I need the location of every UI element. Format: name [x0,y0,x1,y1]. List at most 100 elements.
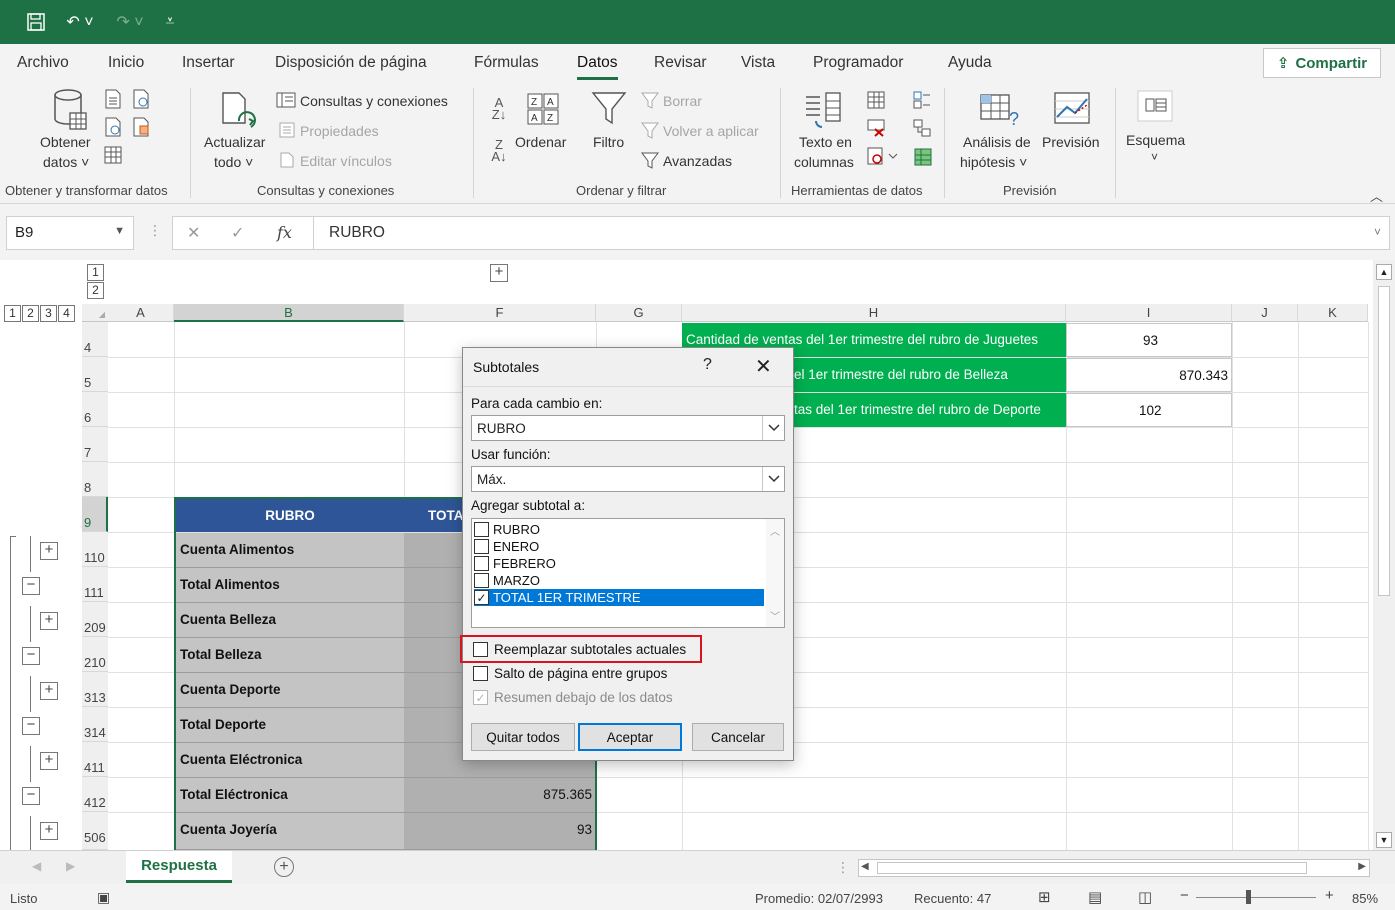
enter-icon[interactable]: ✓ [231,223,244,243]
collapse-group-icon[interactable]: − [22,647,40,665]
row-header-412[interactable]: 412 [82,777,108,812]
row-header-7[interactable]: 7 [82,427,108,462]
refresh-label-1[interactable]: Actualizar [204,134,265,150]
row-header-506[interactable]: 506 [82,812,108,850]
ok-button[interactable]: Aceptar [578,723,682,751]
column-header-f[interactable]: F [404,304,596,322]
reapply-button[interactable]: Volver a aplicar [663,123,759,139]
horizontal-scrollbar[interactable]: ◀ ▶ [858,859,1370,877]
row-outline-level-1[interactable]: 1 [4,305,21,322]
table-header-rubro[interactable]: RUBRO [176,499,404,532]
forecast-sheet-icon[interactable] [1052,90,1092,126]
scroll-down-icon[interactable]: ▼ [1376,832,1392,848]
get-data-label-2[interactable]: datos ˅ [43,154,89,170]
expand-group-icon[interactable]: + [40,542,58,560]
list-item[interactable]: FEBRERO [474,555,764,572]
page-break-view-icon[interactable]: ◫ [1138,888,1152,906]
tab-datos[interactable]: Datos [577,54,618,80]
table-cell-b[interactable]: Cuenta Belleza [176,603,404,638]
tab-revisar[interactable]: Revisar [654,54,707,72]
text-to-columns-icon[interactable] [804,90,844,132]
text-to-columns-label-1[interactable]: Texto en [799,134,852,150]
zoom-in-icon[interactable]: + [1325,887,1334,904]
sheet-tab-respuesta[interactable]: Respuesta [126,851,232,883]
select-all-button[interactable]: ◢ [82,304,108,322]
expand-group-icon[interactable]: + [40,822,58,840]
column-header-k[interactable]: K [1298,304,1368,322]
consolidate-icon[interactable] [912,90,932,110]
chevron-down-icon[interactable]: ▼ [114,225,125,237]
queries-connections-button[interactable]: Consultas y conexiones [300,93,448,109]
relationships-icon[interactable] [912,118,932,138]
table-cell-b[interactable]: Cuenta Deporte [176,673,404,708]
scroll-left-icon[interactable]: ◀ [861,861,869,872]
name-box[interactable]: B9 ▼ [6,216,134,250]
row-outline-level-2[interactable]: 2 [22,305,39,322]
status-count[interactable]: Recuento: 47 [914,891,991,906]
customize-icon[interactable]: ⩡ [158,10,182,34]
redo-icon[interactable]: ↷ ˅ [110,10,150,34]
tab-disposicion[interactable]: Disposición de página [275,54,427,72]
list-item[interactable]: ✓ TOTAL 1ER TRIMESTRE [474,589,764,606]
collapse-group-icon[interactable]: − [22,577,40,595]
row-header-8[interactable]: 8 [82,462,108,497]
tab-ayuda[interactable]: Ayuda [948,54,992,72]
table-cell-f[interactable]: 93 [404,813,596,850]
checkbox[interactable] [474,539,489,554]
table-cell-b[interactable]: Total Belleza [176,638,404,673]
filter-button[interactable]: Filtro [593,134,624,150]
table-cell-b[interactable]: Total Eléctronica [176,778,404,813]
expand-columns-icon[interactable]: + [490,264,508,282]
data-validation-icon[interactable] [866,146,900,166]
checkbox[interactable] [474,522,489,537]
row-header-5[interactable]: 5 [82,357,108,392]
checkbox-checked[interactable]: ✓ [473,690,488,705]
checkbox[interactable] [474,573,489,588]
normal-view-icon[interactable]: ⊞ [1038,888,1051,906]
tab-inicio[interactable]: Inicio [108,54,144,72]
table-cell-b[interactable]: Cuenta Eléctronica [176,743,404,778]
row-header-111[interactable]: 111 [82,567,108,602]
what-if-label-1[interactable]: Análisis de [963,134,1031,150]
drag-handle-icon[interactable]: ⋮ [836,859,850,876]
formula-input-area[interactable]: ✕ ✓ fx RUBRO ˅ [172,216,1390,250]
table-cell-b[interactable]: Total Deporte [176,708,404,743]
formula-text[interactable]: RUBRO [329,224,385,242]
remove-duplicates-icon[interactable] [866,118,886,138]
forecast-button[interactable]: Previsión [1042,134,1100,150]
what-if-icon[interactable]: ? [978,90,1022,130]
advanced-button[interactable]: Avanzadas [663,153,732,169]
row-outline-level-3[interactable]: 3 [40,305,57,322]
edit-links-button[interactable]: Editar vínculos [300,153,392,169]
next-sheet-icon[interactable]: ▶ [66,859,75,873]
replace-subtotals-checkbox[interactable]: Reemplazar subtotales actuales [473,642,686,657]
outline-icon[interactable] [1135,88,1175,124]
scroll-right-icon[interactable]: ▶ [1358,861,1366,872]
expand-group-icon[interactable]: + [40,682,58,700]
row-header-9[interactable]: 9 [82,497,108,532]
checkbox-checked[interactable]: ✓ [474,590,489,605]
zoom-level[interactable]: 85% [1352,891,1378,906]
outline-button[interactable]: Esquema [1126,132,1185,148]
save-icon[interactable] [24,10,48,34]
refresh-label-2[interactable]: todo ˅ [214,154,253,170]
tab-formulas[interactable]: Fórmulas [474,54,539,72]
column-header-a[interactable]: A [108,304,174,322]
zoom-slider[interactable] [1196,897,1316,898]
col-outline-level-1[interactable]: 1 [87,264,104,281]
tab-insertar[interactable]: Insertar [182,54,235,72]
column-header-h[interactable]: H [682,304,1066,322]
insert-function-icon[interactable]: fx [277,223,292,242]
sort-icon[interactable]: ZAAZ [526,92,562,126]
list-item[interactable]: RUBRO [474,521,764,538]
list-item[interactable]: ENERO [474,538,764,555]
cancel-button[interactable]: Cancelar [692,723,784,751]
checkbox[interactable] [474,556,489,571]
column-header-j[interactable]: J [1232,304,1298,322]
fields-listbox[interactable]: RUBRO ENERO FEBRERO MARZO ✓ TOTAL 1ER TRI… [471,518,785,628]
vertical-scrollbar[interactable]: ▲ ▼ [1373,260,1395,850]
row-outline-level-4[interactable]: 4 [58,305,75,322]
scroll-thumb[interactable] [1378,286,1390,596]
get-data-label-1[interactable]: Obtener [40,134,91,150]
add-sheet-icon[interactable]: + [274,857,294,877]
